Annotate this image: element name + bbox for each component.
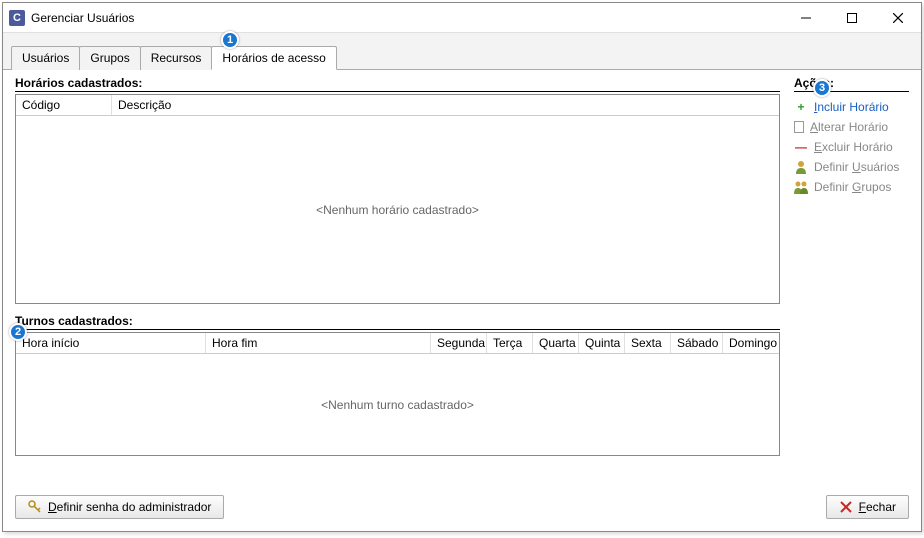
horarios-grid-header: Código Descrição <box>16 95 779 116</box>
action-label: Alterar Horário <box>810 120 888 134</box>
tab-body: Horários cadastrados: Código Descrição <… <box>3 70 921 485</box>
content-area: Usuários Grupos Recursos Horários de ace… <box>3 33 921 531</box>
col-terca[interactable]: Terça <box>487 333 533 353</box>
turnos-grid[interactable]: Hora início Hora fim Segunda Terça Quart… <box>15 332 780 456</box>
window-controls <box>783 3 921 32</box>
col-quinta[interactable]: Quinta <box>579 333 625 353</box>
user-icon <box>794 160 808 174</box>
action-alterar-horario[interactable]: Alterar Horário <box>794 120 909 134</box>
maximize-button[interactable] <box>829 3 875 32</box>
col-sabado[interactable]: Sábado <box>671 333 723 353</box>
action-label: Definir Usuários <box>814 160 899 174</box>
action-label: Incluir Horário <box>814 100 889 114</box>
close-icon <box>839 500 853 514</box>
col-quarta[interactable]: Quarta <box>533 333 579 353</box>
definir-senha-admin-button[interactable]: Definir senha do administrador <box>15 495 224 519</box>
callout-1: 1 <box>221 31 239 49</box>
tab-usuarios[interactable]: Usuários <box>11 46 80 70</box>
left-column: Horários cadastrados: Código Descrição <… <box>15 76 780 485</box>
tab-bar: Usuários Grupos Recursos Horários de ace… <box>3 33 921 70</box>
col-sexta[interactable]: Sexta <box>625 333 671 353</box>
window-title: Gerenciar Usuários <box>31 11 783 25</box>
col-hora-fim[interactable]: Hora fim <box>206 333 431 353</box>
minimize-button[interactable] <box>783 3 829 32</box>
acoes-header: Ações: <box>794 76 909 92</box>
turnos-grid-empty: <Nenhum turno cadastrado> <box>16 354 779 455</box>
button-label: Definir senha do administrador <box>48 500 211 514</box>
actions-panel: Ações: + Incluir Horário Alterar Horário… <box>794 76 909 485</box>
col-descricao[interactable]: Descrição <box>112 95 779 115</box>
actions-list: + Incluir Horário Alterar Horário — Excl… <box>794 94 909 194</box>
col-codigo[interactable]: Código <box>16 95 112 115</box>
action-excluir-horario[interactable]: — Excluir Horário <box>794 140 909 154</box>
button-label: Fechar <box>859 500 896 514</box>
app-icon: C <box>9 10 25 26</box>
key-icon <box>28 500 42 514</box>
action-label: Definir Grupos <box>814 180 891 194</box>
action-definir-usuarios[interactable]: Definir Usuários <box>794 160 909 174</box>
col-domingo[interactable]: Domingo <box>723 333 779 353</box>
col-hora-inicio[interactable]: Hora início <box>16 333 206 353</box>
tab-grupos[interactable]: Grupos <box>79 46 140 70</box>
tab-horarios-acesso[interactable]: Horários de acesso <box>211 46 336 70</box>
copy-icon <box>794 121 804 133</box>
horarios-grid-empty: <Nenhum horário cadastrado> <box>16 116 779 303</box>
group-icon <box>794 180 808 194</box>
window: C Gerenciar Usuários Usuários Grupos Rec… <box>2 2 922 532</box>
close-button[interactable] <box>875 3 921 32</box>
plus-icon: + <box>794 100 808 114</box>
minus-icon: — <box>794 140 808 154</box>
action-definir-grupos[interactable]: Definir Grupos <box>794 180 909 194</box>
horarios-header: Horários cadastrados: <box>15 76 780 92</box>
col-segunda[interactable]: Segunda <box>431 333 487 353</box>
turnos-header: Turnos cadastrados: <box>15 314 780 330</box>
horarios-grid[interactable]: Código Descrição <Nenhum horário cadastr… <box>15 94 780 304</box>
callout-3: 3 <box>813 79 831 97</box>
tab-recursos[interactable]: Recursos <box>140 46 213 70</box>
titlebar: C Gerenciar Usuários <box>3 3 921 33</box>
action-label: Excluir Horário <box>814 140 893 154</box>
callout-2: 2 <box>9 323 27 341</box>
footer: Definir senha do administrador Fechar <box>3 485 921 531</box>
action-incluir-horario[interactable]: + Incluir Horário <box>794 100 909 114</box>
fechar-button[interactable]: Fechar <box>826 495 909 519</box>
turnos-grid-header: Hora início Hora fim Segunda Terça Quart… <box>16 333 779 354</box>
